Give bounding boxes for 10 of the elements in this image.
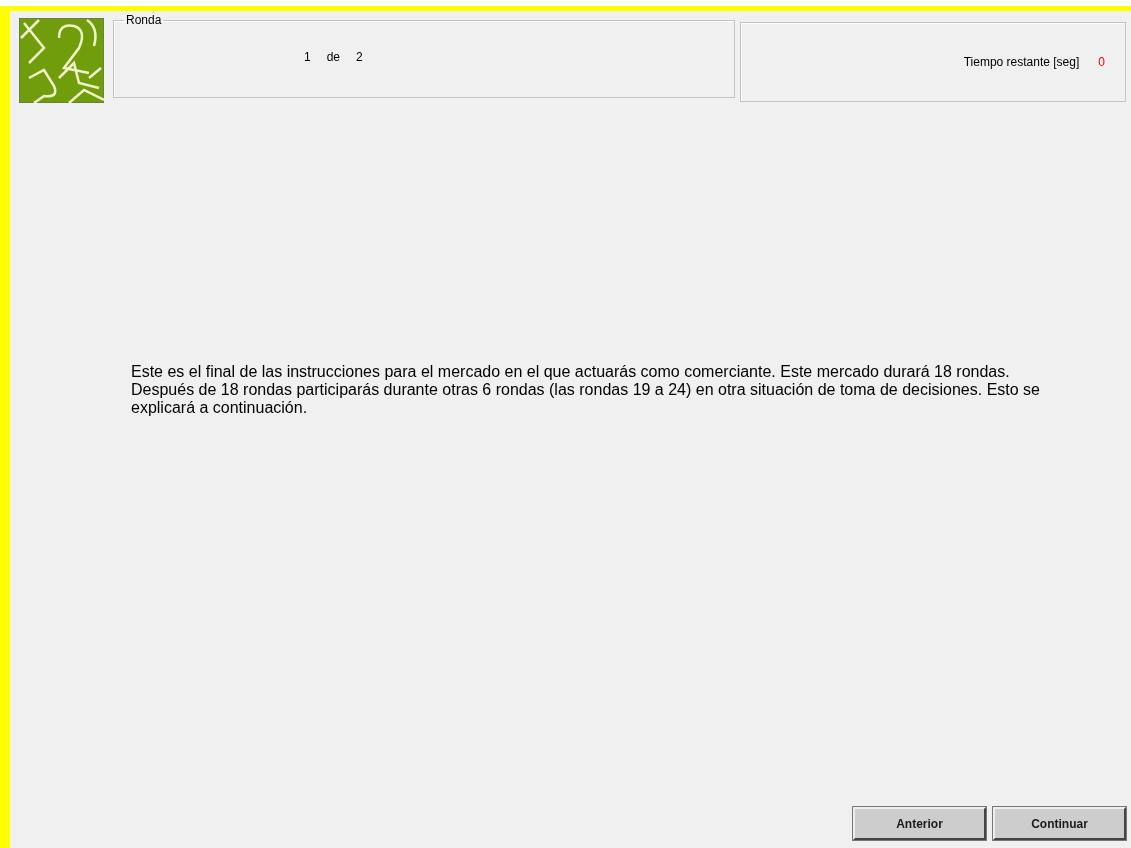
panel-title: Ronda	[125, 13, 163, 27]
nav-button[interactable]: Continuar	[993, 807, 1126, 840]
nav-button[interactable]: Anterior	[853, 807, 986, 840]
timer-label: Tiempo restante [seg]	[963, 55, 1080, 69]
logo-icon	[19, 18, 104, 103]
timer-value: 0	[1098, 55, 1105, 69]
instructions-text: Este es el final de las instrucciones para el mercado en el que actuarás como comerciante. Este mercado durará 18 rondas. Después de 18 rondas participarás durante otras 6 rondas (las rondas 19 a 24) en otra situación de toma de decisiones. Esto se explicará a continuación.	[131, 363, 1041, 417]
round-total: 2	[356, 50, 363, 64]
round-separator: de	[326, 50, 341, 64]
round-number: 1	[304, 50, 311, 64]
